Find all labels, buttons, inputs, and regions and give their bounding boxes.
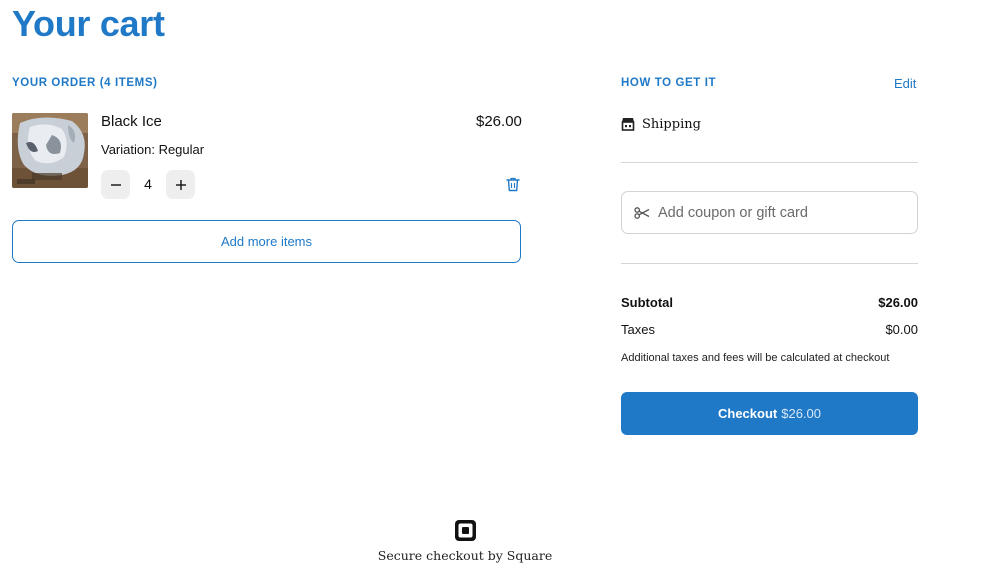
- coupon-input[interactable]: Add coupon or gift card: [621, 191, 918, 234]
- page-title: Your cart: [12, 3, 165, 44]
- add-more-items-button[interactable]: Add more items: [12, 220, 521, 263]
- checkout-label: Checkout: [718, 406, 778, 421]
- taxes-note: Additional taxes and fees will be calcul…: [621, 352, 890, 364]
- square-logo-icon: [455, 520, 476, 546]
- coupon-placeholder: Add coupon or gift card: [658, 204, 808, 221]
- trash-icon: [506, 177, 520, 192]
- edit-fulfillment-link[interactable]: Edit: [894, 76, 916, 91]
- checkout-amount: $26.00: [781, 406, 821, 421]
- subtotal-label: Subtotal: [621, 295, 673, 310]
- subtotal-value: $26.00: [878, 295, 918, 310]
- item-variation: Variation: Regular: [101, 142, 205, 157]
- decrease-quantity-button[interactable]: [101, 170, 130, 199]
- secure-checkout-text: Secure checkout by Square: [377, 548, 553, 563]
- product-thumbnail: [12, 113, 88, 188]
- item-name[interactable]: Black Ice: [101, 113, 162, 130]
- remove-item-button[interactable]: [506, 177, 520, 197]
- fulfillment-heading: HOW TO GET IT: [621, 77, 717, 89]
- add-more-items-label: Add more items: [220, 234, 313, 249]
- checkout-button[interactable]: Checkout $26.00: [621, 392, 918, 435]
- increase-quantity-button[interactable]: [166, 170, 195, 199]
- divider: [621, 263, 918, 264]
- plus-icon: [175, 179, 186, 190]
- taxes-label: Taxes: [621, 322, 655, 337]
- divider: [621, 162, 918, 163]
- storefront-icon: [621, 117, 635, 136]
- fulfillment-method: Shipping: [642, 117, 701, 132]
- scissors-icon: [634, 206, 650, 219]
- item-price: $26.00: [476, 113, 522, 130]
- minus-icon: [110, 183, 121, 186]
- order-heading: YOUR ORDER (4 ITEMS): [12, 77, 158, 89]
- taxes-value: $0.00: [885, 322, 918, 337]
- quantity-value: 4: [144, 176, 152, 192]
